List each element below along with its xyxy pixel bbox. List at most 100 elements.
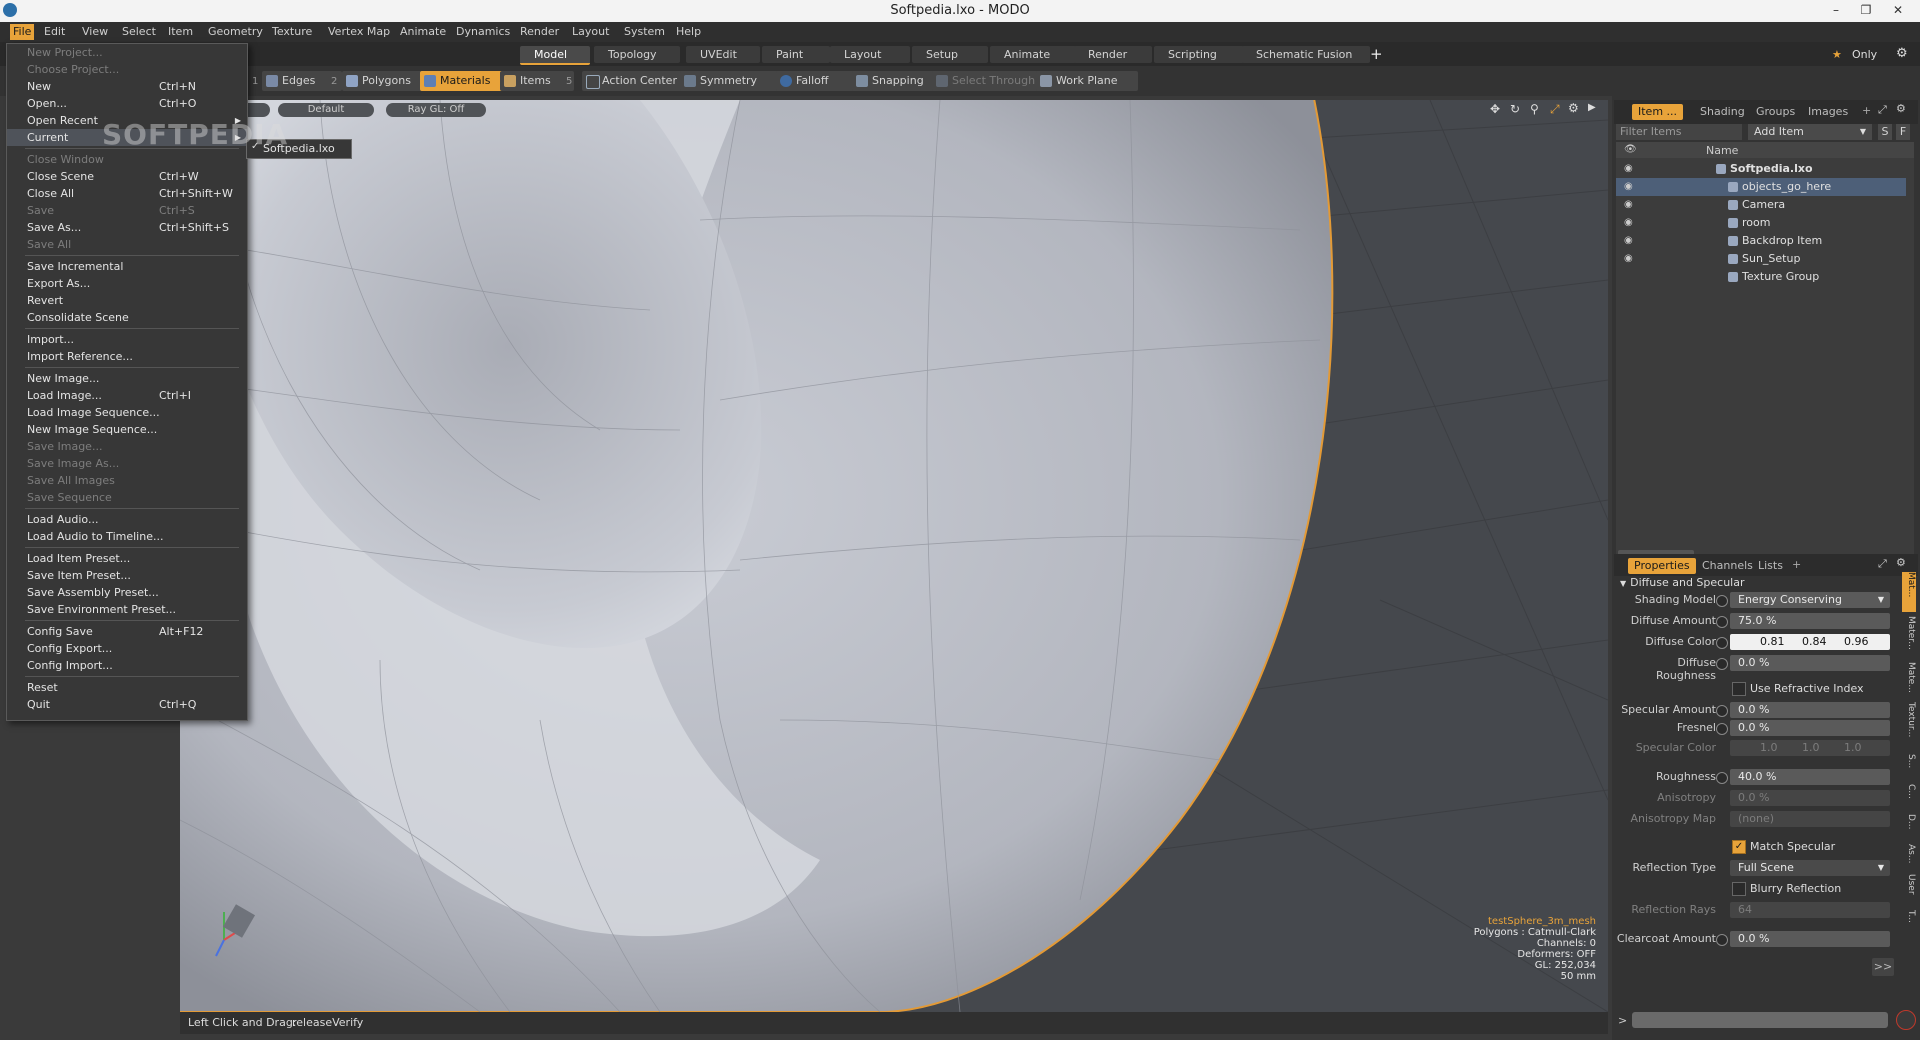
menu-geometry[interactable]: Geometry (208, 25, 263, 38)
file-menu-item[interactable]: Import... (7, 331, 247, 348)
file-menu-item[interactable]: Close Scene Ctrl+W (7, 168, 247, 185)
file-menu-item[interactable]: Open... Ctrl+O (7, 95, 247, 112)
fresnel-field[interactable]: 0.0 % (1730, 720, 1890, 736)
ray-gl-chip[interactable]: Ray GL: Off (386, 103, 486, 117)
tab-layout[interactable]: Layout (830, 46, 910, 63)
section-diffuse-specular[interactable]: ▼ Diffuse and Specular (1620, 576, 1745, 589)
falloff-button[interactable]: Falloff (776, 71, 864, 91)
file-menu-item[interactable]: Save Item Preset... (7, 567, 247, 584)
diffuse-roughness-field[interactable]: 0.0 % (1730, 655, 1890, 671)
file-menu-item[interactable]: Export As... (7, 275, 247, 292)
visibility-eye-icon[interactable]: ◉ (1624, 196, 1633, 214)
file-menu-item[interactable]: Import Reference... (7, 348, 247, 365)
shading-style-chip[interactable]: Default (278, 103, 374, 117)
tree-row[interactable]: ◉ Softpedia.lxo (1616, 160, 1906, 178)
visibility-eye-icon[interactable]: ◉ (1624, 178, 1633, 196)
diffuse-color-r[interactable]: 0.81 (1760, 634, 1785, 650)
specular-color-field[interactable]: 1.0 1.0 1.0 (1730, 740, 1890, 756)
tab-render[interactable]: Render (1074, 46, 1152, 63)
tree-row[interactable]: ◉ Sun_Setup (1616, 250, 1906, 268)
only-button[interactable]: Only (1852, 48, 1877, 61)
menu-dynamics[interactable]: Dynamics (456, 25, 510, 38)
diffuse-color-b[interactable]: 0.96 (1844, 634, 1869, 650)
fresnel-dot[interactable] (1716, 723, 1728, 735)
menu-help[interactable]: Help (676, 25, 701, 38)
diffuse-amount-dot[interactable] (1716, 616, 1728, 628)
filter-items-input[interactable]: Filter Items (1616, 124, 1742, 140)
menu-render[interactable]: Render (520, 25, 559, 38)
file-menu-item[interactable]: Config Export... (7, 640, 247, 657)
file-menu-item[interactable]: Save Environment Preset... (7, 601, 247, 618)
menu-vertex-map[interactable]: Vertex Map (328, 25, 390, 38)
items-button[interactable]: Items (500, 71, 574, 91)
tab-paint[interactable]: Paint (762, 46, 830, 63)
tab-model[interactable]: Model (520, 46, 590, 65)
rotate-icon[interactable]: ↻ (1510, 102, 1520, 116)
tab-properties[interactable]: Properties (1628, 558, 1696, 574)
tree-row[interactable]: ◉ room (1616, 214, 1906, 232)
diffuse-amount-field[interactable]: 75.0 % (1730, 613, 1890, 629)
file-menu-item[interactable]: Save As... Ctrl+Shift+S (7, 219, 247, 236)
tree-row[interactable]: ◉ Camera (1616, 196, 1906, 214)
visibility-eye-icon[interactable]: ◉ (1624, 214, 1633, 232)
file-menu-item[interactable]: Revert (7, 292, 247, 309)
menu-edit[interactable]: Edit (44, 25, 65, 38)
maximize-viewport-icon[interactable]: ⤢ (1550, 102, 1560, 117)
side-tab-mate[interactable]: Mate... (1902, 662, 1916, 696)
materials-button[interactable]: Materials (420, 71, 512, 91)
edges-button[interactable]: Edges (262, 71, 342, 91)
side-tab-c[interactable]: C... (1902, 784, 1916, 808)
side-tab-mat[interactable]: Mat... (1902, 572, 1916, 612)
menu-texture[interactable]: Texture (272, 25, 312, 38)
side-tab-user[interactable]: User (1902, 874, 1916, 904)
maximize-icon[interactable]: ❐ (1852, 0, 1880, 22)
expand-panel-icon[interactable]: ⤢ (1878, 557, 1887, 571)
side-tab-textur[interactable]: Textur... (1902, 702, 1916, 748)
menu-item[interactable]: Item (168, 25, 193, 38)
side-tab-as[interactable]: As... (1902, 844, 1916, 868)
diffuse-roughness-dot[interactable] (1716, 658, 1728, 670)
file-menu-item[interactable]: Load Audio to Timeline... (7, 528, 247, 545)
command-input[interactable] (1632, 1012, 1888, 1028)
file-menu-item[interactable]: New Image... (7, 370, 247, 387)
roughness-dot[interactable] (1716, 772, 1728, 784)
visibility-eye-icon[interactable]: ◉ (1624, 232, 1633, 250)
anisotropy-map-dropdown[interactable]: (none) (1730, 811, 1890, 827)
menu-file[interactable]: File (10, 24, 35, 40)
tree-row[interactable]: ◉ Backdrop Item (1616, 232, 1906, 250)
menu-layout[interactable]: Layout (572, 25, 609, 38)
expand-panel-icon[interactable]: ⤢ (1878, 103, 1887, 117)
diffuse-color-dot[interactable] (1716, 637, 1728, 649)
f-button[interactable]: F (1896, 124, 1910, 140)
match-specular-checkbox[interactable]: ✓ (1732, 840, 1746, 854)
diffuse-color-g[interactable]: 0.84 (1802, 634, 1827, 650)
file-menu-item[interactable]: Load Image Sequence... (7, 404, 247, 421)
blurry-reflection-checkbox[interactable] (1732, 882, 1746, 896)
zoom-icon[interactable]: ⚲ (1530, 102, 1539, 116)
tree-row[interactable]: Texture Group (1616, 268, 1906, 286)
menu-system[interactable]: System (624, 25, 665, 38)
file-menu-item[interactable]: Save Assembly Preset... (7, 584, 247, 601)
tab-uvedit[interactable]: UVEdit (686, 46, 760, 63)
record-icon[interactable] (1896, 1010, 1916, 1030)
tab-topology[interactable]: Topology (594, 46, 680, 63)
minimize-icon[interactable]: – (1822, 0, 1850, 22)
visibility-eye-icon[interactable]: ◉ (1624, 250, 1633, 268)
viewport-menu-icon[interactable]: ▶ (1588, 102, 1596, 113)
tab-shading[interactable]: Shading (1694, 104, 1751, 120)
tab-scripting[interactable]: Scripting (1154, 46, 1244, 63)
file-menu-item[interactable]: Config Save Alt+F12 (7, 623, 247, 640)
add-item-dropdown[interactable]: Add Item ▼ (1748, 124, 1872, 140)
s-button[interactable]: S (1878, 124, 1892, 140)
side-tab-mater[interactable]: Mater... (1902, 616, 1916, 656)
name-column-header[interactable]: Name (1706, 144, 1738, 157)
tab-images[interactable]: Images (1802, 104, 1854, 120)
clearcoat-dot[interactable] (1716, 934, 1728, 946)
file-menu-item[interactable]: Reset (7, 679, 247, 696)
tab-setup[interactable]: Setup (912, 46, 988, 63)
panel-settings-icon[interactable]: ⚙ (1896, 556, 1906, 569)
panel-settings-icon[interactable]: ⚙ (1896, 102, 1906, 115)
side-tab-s[interactable]: S... (1902, 754, 1916, 778)
action-center-button[interactable]: Action Center (582, 71, 694, 91)
pan-icon[interactable]: ✥ (1490, 102, 1500, 116)
